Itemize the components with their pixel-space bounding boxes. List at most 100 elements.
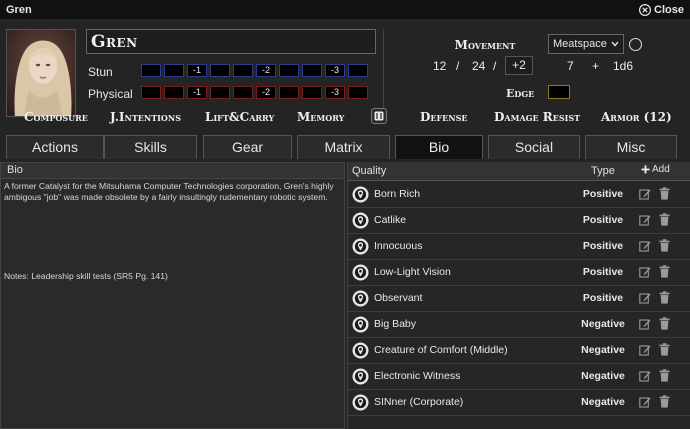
character-name-field[interactable]: Gren [86, 29, 376, 54]
physical-box[interactable]: -1 [187, 86, 207, 99]
quality-row: Electronic Witness Negative [348, 364, 690, 390]
stat-defense[interactable]: Defense [420, 110, 467, 124]
physical-label: Physical [88, 87, 133, 101]
add-quality-button[interactable]: Add [641, 164, 670, 175]
quality-icon[interactable] [352, 316, 369, 333]
physical-box[interactable]: -2 [256, 86, 276, 99]
stun-box[interactable]: -1 [187, 64, 207, 77]
close-button[interactable]: Close [639, 4, 684, 16]
physical-box[interactable] [279, 86, 299, 99]
stun-box[interactable] [233, 64, 253, 77]
trash-icon[interactable] [659, 395, 670, 408]
tab-gear[interactable]: Gear [203, 135, 292, 159]
quality-icon[interactable] [352, 212, 369, 229]
stat-damage-resist[interactable]: Damage Resist [494, 110, 580, 124]
trash-icon[interactable] [659, 317, 670, 330]
edit-icon[interactable] [639, 344, 651, 356]
stun-box[interactable]: -3 [325, 64, 345, 77]
quality-type: Positive [582, 240, 624, 252]
initiative-base: 7 [567, 59, 574, 73]
physical-box[interactable] [348, 86, 368, 99]
physical-box[interactable] [141, 86, 161, 99]
stat-composure[interactable]: Composure [24, 110, 88, 124]
tab-social[interactable]: Social [488, 135, 580, 159]
tab-matrix[interactable]: Matrix [297, 135, 390, 159]
quality-name[interactable]: SINner (Corporate) [374, 396, 463, 408]
quality-type: Positive [582, 292, 624, 304]
quality-name[interactable]: Innocuous [374, 240, 422, 252]
edit-icon[interactable] [639, 266, 651, 278]
edge-box[interactable] [548, 85, 570, 99]
trash-icon[interactable] [659, 187, 670, 200]
stat-memory[interactable]: Memory [297, 110, 344, 124]
bio-text[interactable]: A former Catalyst for the Mitsuhama Comp… [1, 179, 344, 205]
edit-icon[interactable] [639, 370, 651, 382]
quality-name[interactable]: Observant [374, 292, 422, 304]
stun-box[interactable] [302, 64, 322, 77]
quality-row: Creature of Comfort (Middle) Negative [348, 338, 690, 364]
quality-name[interactable]: Low-Light Vision [374, 266, 451, 278]
tab-bio[interactable]: Bio [395, 135, 483, 159]
quality-row: SINner (Corporate) Negative [348, 390, 690, 416]
window-title: Gren [6, 3, 32, 16]
edit-icon[interactable] [639, 292, 651, 304]
edit-icon[interactable] [639, 396, 651, 408]
quality-icon[interactable] [352, 186, 369, 203]
movement-walk: 12 [433, 59, 447, 73]
tab-skills[interactable]: Skills [104, 135, 197, 159]
quality-name[interactable]: Big Baby [374, 318, 416, 330]
physical-track: -1 -2 -3 [141, 86, 368, 99]
physical-box[interactable]: -3 [325, 86, 345, 99]
header-divider [383, 29, 384, 117]
trash-icon[interactable] [659, 213, 670, 226]
movement-bonus-field[interactable]: +2 [505, 56, 533, 75]
quality-icon[interactable] [352, 368, 369, 385]
dice-roll-button[interactable] [371, 108, 387, 124]
plus-icon [641, 165, 650, 174]
quality-icon[interactable] [352, 394, 369, 411]
stun-box[interactable] [164, 64, 184, 77]
trash-icon[interactable] [659, 265, 670, 278]
initiative-radio[interactable] [629, 38, 642, 51]
close-label: Close [654, 3, 684, 16]
edit-icon[interactable] [639, 240, 651, 252]
stun-box[interactable] [279, 64, 299, 77]
trash-icon[interactable] [659, 369, 670, 382]
stat-lift-carry[interactable]: Lift&Carry [205, 110, 274, 124]
quality-type: Positive [582, 214, 624, 226]
initiative-dice: 1d6 [613, 59, 634, 73]
quality-icon[interactable] [352, 238, 369, 255]
edit-icon[interactable] [639, 318, 651, 330]
physical-box[interactable] [164, 86, 184, 99]
stun-box[interactable] [141, 64, 161, 77]
tab-misc[interactable]: Misc [585, 135, 677, 159]
trash-icon[interactable] [659, 291, 670, 304]
chevron-down-icon [611, 41, 619, 47]
bio-notes[interactable]: Notes: Leadership skill tests (SR5 Pg. 1… [4, 271, 168, 281]
stat-armor[interactable]: Armor (12) [601, 110, 672, 124]
edit-icon[interactable] [639, 214, 651, 226]
tab-actions[interactable]: Actions [6, 135, 104, 159]
quality-icon[interactable] [352, 342, 369, 359]
stat-judge-intentions[interactable]: J.Intentions [110, 110, 181, 124]
character-portrait[interactable] [6, 29, 76, 117]
edit-icon[interactable] [639, 188, 651, 200]
physical-box[interactable] [233, 86, 253, 99]
quality-name[interactable]: Born Rich [374, 188, 420, 200]
quality-type: Positive [582, 188, 624, 200]
quality-name[interactable]: Catlike [374, 214, 406, 226]
bio-panel: Bio A former Catalyst for the Mitsuhama … [0, 162, 345, 429]
stun-box[interactable] [348, 64, 368, 77]
quality-name[interactable]: Creature of Comfort (Middle) [374, 344, 508, 356]
type-column-header: Type [591, 165, 615, 177]
physical-box[interactable] [210, 86, 230, 99]
stun-box[interactable] [210, 64, 230, 77]
trash-icon[interactable] [659, 343, 670, 356]
stun-box[interactable]: -2 [256, 64, 276, 77]
quality-icon[interactable] [352, 264, 369, 281]
quality-name[interactable]: Electronic Witness [374, 370, 460, 382]
quality-icon[interactable] [352, 290, 369, 307]
trash-icon[interactable] [659, 239, 670, 252]
initiative-mode-select[interactable]: Meatspace [548, 34, 624, 54]
physical-box[interactable] [302, 86, 322, 99]
